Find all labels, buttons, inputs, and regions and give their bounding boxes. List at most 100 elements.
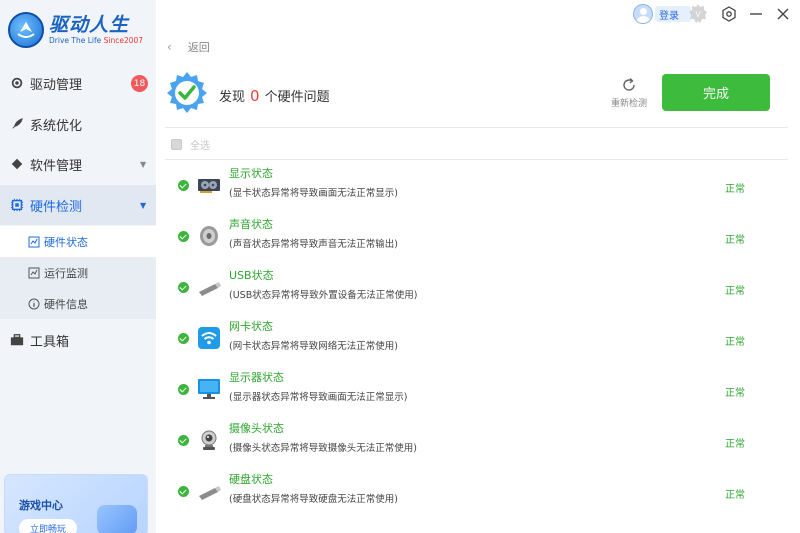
sidebar-subitem-hardware-status[interactable]: 硬件状态: [0, 226, 156, 257]
hardware-row-usb: USB状态 (USB状态异常将导致外置设备无法正常使用) 正常: [165, 263, 788, 314]
row-title: 显示状态: [229, 167, 273, 180]
close-icon[interactable]: [774, 5, 792, 23]
select-all[interactable]: 全选: [171, 137, 210, 152]
row-desc: (显卡状态异常将导致画面无法正常显示): [229, 188, 398, 199]
app-subtitle: Drive The Life Since2007: [49, 36, 144, 45]
back-button[interactable]: ‹ 返回: [167, 39, 210, 55]
recheck-label: 重新检测: [610, 99, 647, 109]
settings-icon[interactable]: [720, 5, 738, 23]
hardware-check-shield-icon: [165, 70, 209, 114]
row-title: 显示器状态: [229, 371, 284, 384]
row-title: 网卡状态: [229, 320, 273, 333]
sidebar-item-label: 驱动管理: [30, 77, 83, 93]
row-desc: (USB状态异常将导致外置设备无法正常使用): [229, 290, 418, 301]
sidebar-item-label: 软件管理: [30, 158, 83, 174]
vip-badge-icon[interactable]: V: [687, 3, 709, 25]
minimize-icon[interactable]: [747, 5, 765, 23]
app-title: 驱动人生: [49, 14, 130, 36]
sidebar-item-label: 工具箱: [30, 334, 70, 350]
back-label: 返回: [187, 41, 210, 54]
sidebar-subitem-label: 硬件信息: [44, 297, 88, 311]
graphics-card-icon: [196, 173, 222, 197]
status-icon: [28, 236, 40, 248]
row-desc: (声音状态异常将导致声音无法正常输出): [229, 239, 398, 250]
hard-disk-icon: [196, 479, 222, 503]
chevron-left-icon: ‹: [167, 40, 172, 54]
refresh-icon: [623, 77, 635, 91]
chip-icon: [10, 198, 24, 212]
usb-drive-icon: [196, 275, 222, 299]
hardware-row-sound: 声音状态 (声音状态异常将导致声音无法正常输出) 正常: [165, 212, 788, 263]
sidebar-subitem-hardware-info[interactable]: 硬件信息: [0, 288, 156, 319]
status-badge: 正常: [725, 490, 745, 501]
sidebar-subitem-label: 运行监测: [44, 266, 88, 280]
info-icon: [28, 298, 40, 310]
logo-icon: [8, 12, 44, 48]
status-badge: 正常: [725, 235, 745, 246]
svg-text:V: V: [695, 10, 701, 19]
sidebar: 驱动人生 Drive The Life Since2007 驱动管理 18 系统…: [0, 0, 156, 533]
sidebar-subitem-runtime-monitor[interactable]: 运行监测: [0, 257, 156, 288]
login-button[interactable]: 登录: [655, 6, 691, 22]
avatar[interactable]: [633, 4, 653, 24]
ok-check-icon: [178, 486, 189, 497]
status-badge: 正常: [725, 337, 745, 348]
driver-update-badge: 18: [131, 75, 148, 92]
row-title: 声音状态: [229, 218, 273, 231]
software-icon: [10, 157, 24, 171]
row-desc: (硬盘状态异常将导致硬盘无法正常使用): [229, 494, 398, 505]
row-title: 摄像头状态: [229, 422, 284, 435]
summary-suffix: 个硬件问题: [264, 90, 330, 105]
sidebar-item-software-management[interactable]: 软件管理 ▼: [0, 144, 156, 184]
sidebar-item-label: 硬件检测: [30, 199, 83, 215]
sidebar-item-hardware-check[interactable]: 硬件检测 ▼: [0, 185, 156, 225]
app-logo: 驱动人生 Drive The Life Since2007: [8, 10, 158, 50]
select-all-checkbox[interactable]: [171, 139, 182, 150]
hardware-row-monitor: 显示器状态 (显示器状态异常将导致画面无法正常显示) 正常: [165, 365, 788, 416]
ok-check-icon: [178, 435, 189, 446]
status-badge: 正常: [725, 286, 745, 297]
divider: [165, 159, 788, 160]
play-now-button[interactable]: 立即畅玩: [19, 519, 77, 533]
ok-check-icon: [178, 333, 189, 344]
monitor-icon: [196, 377, 222, 401]
chevron-down-icon: ▼: [140, 159, 147, 169]
sidebar-item-system-optimize[interactable]: 系统优化: [0, 104, 156, 144]
divider: [165, 127, 788, 128]
hardware-row-network: 网卡状态 (网卡状态异常将导致网络无法正常使用) 正常: [165, 314, 788, 365]
row-desc: (摄像头状态异常将导致摄像头无法正常使用): [229, 443, 417, 454]
toolbox-icon: [10, 333, 24, 347]
scan-summary: 发现 0 个硬件问题: [219, 86, 330, 106]
hardware-row-camera: 摄像头状态 (摄像头状态异常将导致摄像头无法正常使用) 正常: [165, 416, 788, 467]
recheck-button[interactable]: 重新检测: [609, 77, 649, 109]
row-desc: (显示器状态异常将导致画面无法正常显示): [229, 392, 408, 403]
monitor-chart-icon: [28, 267, 40, 279]
ok-check-icon: [178, 180, 189, 191]
row-title: USB状态: [229, 269, 274, 282]
row-desc: (网卡状态异常将导致网络无法正常使用): [229, 341, 398, 352]
status-badge: 正常: [725, 388, 745, 399]
status-badge: 正常: [725, 439, 745, 450]
wifi-icon: [196, 326, 222, 350]
sidebar-subitem-label: 硬件状态: [44, 235, 88, 249]
done-button[interactable]: 完成: [662, 74, 770, 111]
sidebar-item-label: 系统优化: [30, 118, 83, 134]
sidebar-item-toolbox[interactable]: 工具箱: [0, 320, 156, 360]
hardware-row-disk: 硬盘状态 (硬盘状态异常将导致硬盘无法正常使用) 正常: [165, 467, 788, 518]
rocket-icon: [10, 117, 24, 131]
problem-count: 0: [250, 86, 260, 105]
status-badge: 正常: [725, 184, 745, 195]
row-title: 硬盘状态: [229, 473, 273, 486]
game-center-title: 游戏中心: [19, 499, 63, 512]
ok-check-icon: [178, 384, 189, 395]
gear-icon: [10, 76, 24, 90]
webcam-icon: [196, 428, 222, 452]
game-center-card[interactable]: 游戏中心 立即畅玩: [4, 474, 148, 533]
gamepad-icon: [97, 505, 137, 533]
summary-prefix: 发现: [219, 90, 246, 105]
hardware-row-display: 显示状态 (显卡状态异常将导致画面无法正常显示) 正常: [165, 161, 788, 212]
ok-check-icon: [178, 231, 189, 242]
speaker-icon: [196, 224, 222, 248]
select-all-label: 全选: [190, 141, 210, 152]
ok-check-icon: [178, 282, 189, 293]
